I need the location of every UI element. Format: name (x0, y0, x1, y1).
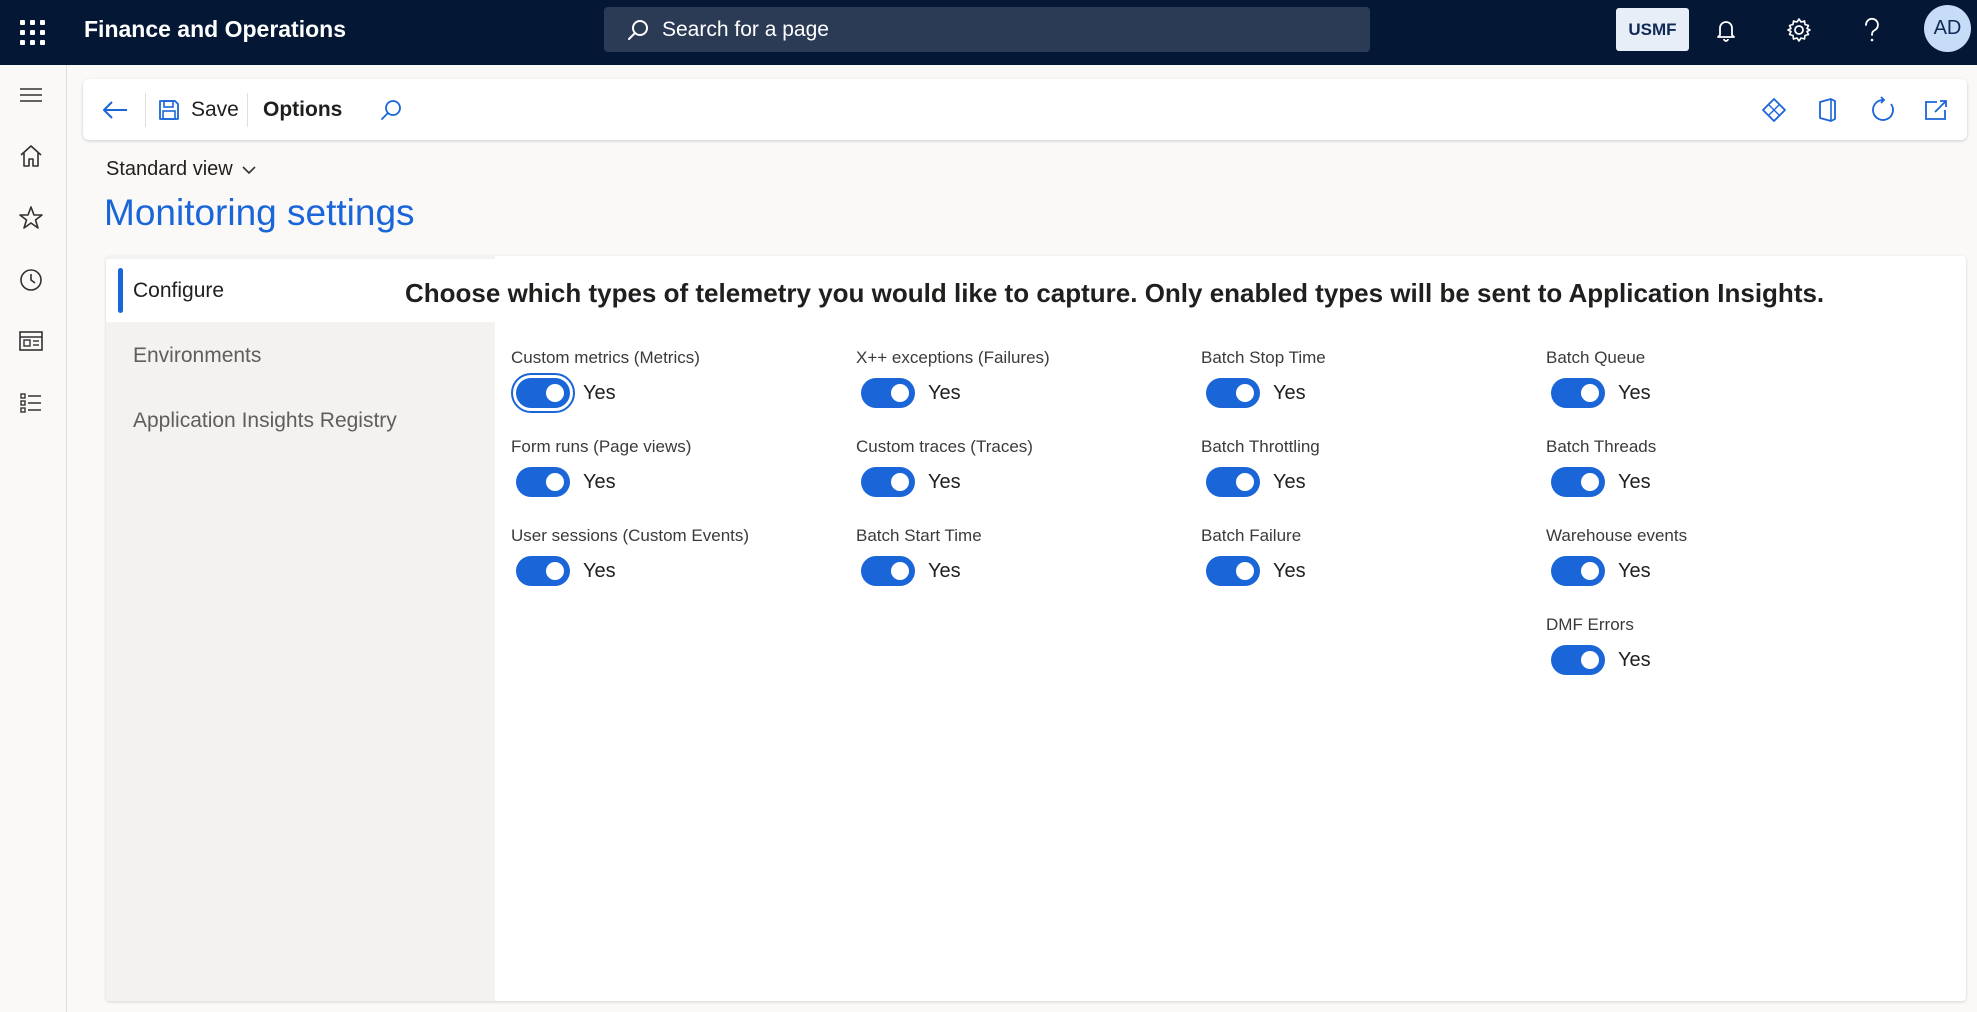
toggle-value: Yes (1618, 470, 1651, 493)
field-label: Batch Threads (1546, 437, 1657, 456)
save-button[interactable]: Save (157, 79, 239, 140)
field-warehouse-events: Warehouse events Yes (1546, 526, 1687, 586)
batch-threads-toggle[interactable] (1551, 467, 1605, 497)
form-runs-toggle[interactable] (516, 467, 570, 497)
batch-queue-toggle[interactable] (1551, 378, 1605, 408)
toggle-value: Yes (1618, 648, 1651, 671)
gear-icon[interactable] (1784, 15, 1814, 45)
field-form-runs: Form runs (Page views) Yes (511, 437, 691, 497)
company-selector[interactable]: USMF (1616, 8, 1689, 51)
hamburger-menu-icon[interactable] (16, 80, 46, 110)
view-selector[interactable]: Standard view (106, 158, 257, 181)
custom-metrics-toggle[interactable] (511, 373, 575, 413)
batch-throttling-toggle[interactable] (1206, 467, 1260, 497)
search-icon (628, 19, 648, 40)
avatar[interactable]: AD (1924, 5, 1971, 52)
vertical-tabs: Configure Environments Application Insig… (106, 256, 495, 1001)
toggle-value: Yes (1273, 381, 1306, 404)
options-tab[interactable]: Options (263, 79, 342, 140)
save-label: Save (191, 97, 239, 121)
save-icon (159, 99, 179, 120)
xpp-exceptions-toggle[interactable] (861, 378, 915, 408)
field-dmf-errors: DMF Errors Yes (1546, 615, 1651, 675)
view-name: Standard view (106, 158, 233, 180)
field-label: Custom traces (Traces) (856, 437, 1033, 456)
search-icon (381, 99, 401, 120)
search-action-button[interactable] (379, 79, 403, 140)
back-arrow-icon (103, 100, 127, 119)
toggle-value: Yes (928, 559, 961, 582)
field-label: Batch Start Time (856, 526, 982, 545)
tab-application-insights-registry[interactable]: Application Insights Registry (106, 389, 495, 452)
field-xpp-exceptions: X++ exceptions (Failures) Yes (856, 348, 1050, 408)
toggle-value: Yes (928, 381, 961, 404)
tab-environments[interactable]: Environments (106, 324, 495, 387)
field-label: Batch Stop Time (1201, 348, 1326, 367)
dmf-errors-toggle[interactable] (1551, 645, 1605, 675)
refresh-icon[interactable] (1869, 79, 1897, 140)
navigation-pane (0, 65, 67, 1012)
help-icon[interactable] (1857, 15, 1887, 45)
app-launcher-icon[interactable] (18, 18, 46, 46)
toggle-value: Yes (1273, 470, 1306, 493)
field-label: X++ exceptions (Failures) (856, 348, 1050, 367)
field-label: Batch Failure (1201, 526, 1302, 545)
field-batch-threads: Batch Threads Yes (1546, 437, 1656, 497)
field-batch-start-time: Batch Start Time Yes (856, 526, 982, 586)
user-sessions-toggle[interactable] (516, 556, 570, 586)
power-apps-icon[interactable] (1761, 79, 1787, 140)
field-batch-stop-time: Batch Stop Time Yes (1201, 348, 1326, 408)
batch-failure-toggle[interactable] (1206, 556, 1260, 586)
instruction-text: Choose which types of telemetry you woul… (405, 278, 1825, 308)
toggle-value: Yes (928, 470, 961, 493)
field-custom-traces: Custom traces (Traces) Yes (856, 437, 1033, 497)
open-new-window-icon[interactable] (1923, 79, 1949, 140)
action-pane: Save Options (83, 79, 1967, 140)
modules-list-icon[interactable] (16, 388, 46, 418)
custom-traces-toggle[interactable] (861, 467, 915, 497)
field-label: DMF Errors (1546, 615, 1634, 634)
toggle-value: Yes (1618, 559, 1651, 582)
toggle-value: Yes (1273, 559, 1306, 582)
toggle-value: Yes (583, 470, 616, 493)
chevron-down-icon (242, 165, 256, 174)
home-icon[interactable] (16, 141, 46, 171)
field-label: User sessions (Custom Events) (511, 526, 750, 545)
search-placeholder: Search for a page (662, 17, 829, 41)
field-label: Custom metrics (Metrics) (511, 348, 700, 367)
toggle-value: Yes (583, 559, 616, 582)
field-label: Form runs (Page views) (511, 437, 692, 456)
field-custom-metrics: Custom metrics (Metrics) Yes (511, 348, 700, 413)
field-label: Batch Queue (1546, 348, 1646, 367)
search-input[interactable]: Search for a page (604, 7, 1370, 52)
top-navigation-bar: Finance and Operations Search for a page… (0, 0, 1977, 65)
toggle-value: Yes (583, 381, 616, 404)
app-title[interactable]: Finance and Operations (84, 16, 346, 43)
field-user-sessions: User sessions (Custom Events) Yes (511, 526, 749, 586)
bell-icon[interactable] (1711, 15, 1741, 45)
favorites-star-icon[interactable] (16, 203, 46, 233)
toggle-value: Yes (1618, 381, 1651, 404)
field-batch-queue: Batch Queue Yes (1546, 348, 1651, 408)
workspaces-icon[interactable] (16, 326, 46, 356)
batch-stop-time-toggle[interactable] (1206, 378, 1260, 408)
page-title: Monitoring settings (104, 192, 415, 233)
warehouse-events-toggle[interactable] (1551, 556, 1605, 586)
back-button[interactable] (101, 79, 129, 140)
field-label: Warehouse events (1546, 526, 1688, 545)
field-label: Batch Throttling (1201, 437, 1320, 456)
batch-start-time-toggle[interactable] (861, 556, 915, 586)
options-label: Options (263, 97, 343, 121)
field-batch-failure: Batch Failure Yes (1201, 526, 1306, 586)
recent-clock-icon[interactable] (16, 265, 46, 295)
field-batch-throttling: Batch Throttling Yes (1201, 437, 1320, 497)
office-icon[interactable] (1816, 79, 1838, 140)
